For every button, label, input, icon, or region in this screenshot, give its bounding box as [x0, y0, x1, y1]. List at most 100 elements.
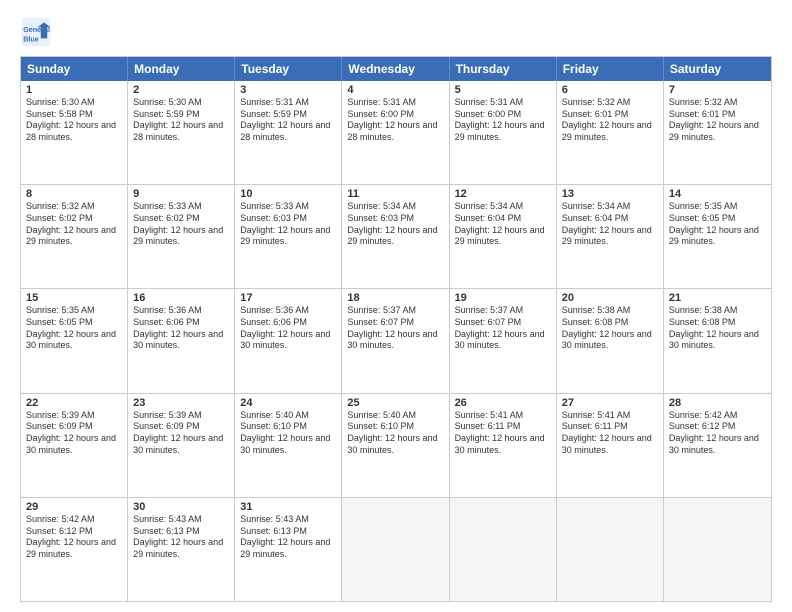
cal-cell [342, 498, 449, 601]
day-info: Sunrise: 5:41 AMSunset: 6:11 PMDaylight:… [455, 410, 545, 455]
cal-header-cell: Wednesday [342, 57, 449, 81]
cal-cell: 14 Sunrise: 5:35 AMSunset: 6:05 PMDaylig… [664, 185, 771, 288]
cal-row: 29 Sunrise: 5:42 AMSunset: 6:12 PMDaylig… [21, 497, 771, 601]
day-info: Sunrise: 5:34 AMSunset: 6:04 PMDaylight:… [562, 201, 652, 246]
day-number: 3 [240, 84, 336, 96]
cal-cell: 1 Sunrise: 5:30 AMSunset: 5:58 PMDayligh… [21, 81, 128, 184]
cal-header-cell: Thursday [450, 57, 557, 81]
calendar: SundayMondayTuesdayWednesdayThursdayFrid… [20, 56, 772, 602]
day-info: Sunrise: 5:39 AMSunset: 6:09 PMDaylight:… [133, 410, 223, 455]
svg-text:Blue: Blue [23, 35, 39, 44]
day-number: 16 [133, 292, 229, 304]
day-number: 11 [347, 188, 443, 200]
cal-cell: 29 Sunrise: 5:42 AMSunset: 6:12 PMDaylig… [21, 498, 128, 601]
cal-cell: 17 Sunrise: 5:36 AMSunset: 6:06 PMDaylig… [235, 289, 342, 392]
cal-cell [664, 498, 771, 601]
cal-cell: 19 Sunrise: 5:37 AMSunset: 6:07 PMDaylig… [450, 289, 557, 392]
day-info: Sunrise: 5:34 AMSunset: 6:04 PMDaylight:… [455, 201, 545, 246]
cal-cell [450, 498, 557, 601]
day-info: Sunrise: 5:41 AMSunset: 6:11 PMDaylight:… [562, 410, 652, 455]
day-info: Sunrise: 5:40 AMSunset: 6:10 PMDaylight:… [347, 410, 437, 455]
day-number: 23 [133, 397, 229, 409]
day-number: 28 [669, 397, 766, 409]
day-info: Sunrise: 5:37 AMSunset: 6:07 PMDaylight:… [347, 305, 437, 350]
day-number: 10 [240, 188, 336, 200]
cal-cell: 25 Sunrise: 5:40 AMSunset: 6:10 PMDaylig… [342, 394, 449, 497]
day-number: 25 [347, 397, 443, 409]
day-number: 8 [26, 188, 122, 200]
day-info: Sunrise: 5:32 AMSunset: 6:01 PMDaylight:… [669, 97, 759, 142]
day-number: 7 [669, 84, 766, 96]
day-number: 14 [669, 188, 766, 200]
day-number: 20 [562, 292, 658, 304]
day-info: Sunrise: 5:33 AMSunset: 6:03 PMDaylight:… [240, 201, 330, 246]
cal-row: 15 Sunrise: 5:35 AMSunset: 6:05 PMDaylig… [21, 288, 771, 392]
day-number: 17 [240, 292, 336, 304]
day-number: 22 [26, 397, 122, 409]
day-info: Sunrise: 5:30 AMSunset: 5:59 PMDaylight:… [133, 97, 223, 142]
calendar-header: SundayMondayTuesdayWednesdayThursdayFrid… [21, 57, 771, 81]
day-info: Sunrise: 5:38 AMSunset: 6:08 PMDaylight:… [562, 305, 652, 350]
cal-cell: 5 Sunrise: 5:31 AMSunset: 6:00 PMDayligh… [450, 81, 557, 184]
cal-cell: 6 Sunrise: 5:32 AMSunset: 6:01 PMDayligh… [557, 81, 664, 184]
day-info: Sunrise: 5:39 AMSunset: 6:09 PMDaylight:… [26, 410, 116, 455]
cal-cell: 4 Sunrise: 5:31 AMSunset: 6:00 PMDayligh… [342, 81, 449, 184]
day-number: 1 [26, 84, 122, 96]
cal-cell: 16 Sunrise: 5:36 AMSunset: 6:06 PMDaylig… [128, 289, 235, 392]
day-number: 31 [240, 501, 336, 513]
cal-cell: 26 Sunrise: 5:41 AMSunset: 6:11 PMDaylig… [450, 394, 557, 497]
cal-cell: 18 Sunrise: 5:37 AMSunset: 6:07 PMDaylig… [342, 289, 449, 392]
day-number: 9 [133, 188, 229, 200]
cal-cell: 20 Sunrise: 5:38 AMSunset: 6:08 PMDaylig… [557, 289, 664, 392]
cal-cell [557, 498, 664, 601]
day-info: Sunrise: 5:37 AMSunset: 6:07 PMDaylight:… [455, 305, 545, 350]
day-info: Sunrise: 5:34 AMSunset: 6:03 PMDaylight:… [347, 201, 437, 246]
day-info: Sunrise: 5:31 AMSunset: 6:00 PMDaylight:… [347, 97, 437, 142]
day-info: Sunrise: 5:31 AMSunset: 5:59 PMDaylight:… [240, 97, 330, 142]
cal-cell: 2 Sunrise: 5:30 AMSunset: 5:59 PMDayligh… [128, 81, 235, 184]
cal-cell: 30 Sunrise: 5:43 AMSunset: 6:13 PMDaylig… [128, 498, 235, 601]
cal-header-cell: Monday [128, 57, 235, 81]
day-number: 6 [562, 84, 658, 96]
day-info: Sunrise: 5:33 AMSunset: 6:02 PMDaylight:… [133, 201, 223, 246]
day-info: Sunrise: 5:43 AMSunset: 6:13 PMDaylight:… [133, 514, 223, 559]
day-info: Sunrise: 5:42 AMSunset: 6:12 PMDaylight:… [26, 514, 116, 559]
cal-cell: 7 Sunrise: 5:32 AMSunset: 6:01 PMDayligh… [664, 81, 771, 184]
day-number: 18 [347, 292, 443, 304]
day-info: Sunrise: 5:32 AMSunset: 6:01 PMDaylight:… [562, 97, 652, 142]
cal-row: 22 Sunrise: 5:39 AMSunset: 6:09 PMDaylig… [21, 393, 771, 497]
cal-cell: 27 Sunrise: 5:41 AMSunset: 6:11 PMDaylig… [557, 394, 664, 497]
day-number: 27 [562, 397, 658, 409]
cal-cell: 31 Sunrise: 5:43 AMSunset: 6:13 PMDaylig… [235, 498, 342, 601]
cal-header-cell: Friday [557, 57, 664, 81]
day-number: 26 [455, 397, 551, 409]
cal-cell: 12 Sunrise: 5:34 AMSunset: 6:04 PMDaylig… [450, 185, 557, 288]
day-info: Sunrise: 5:36 AMSunset: 6:06 PMDaylight:… [133, 305, 223, 350]
cal-cell: 3 Sunrise: 5:31 AMSunset: 5:59 PMDayligh… [235, 81, 342, 184]
calendar-body: 1 Sunrise: 5:30 AMSunset: 5:58 PMDayligh… [21, 81, 771, 601]
cal-cell: 10 Sunrise: 5:33 AMSunset: 6:03 PMDaylig… [235, 185, 342, 288]
cal-cell: 15 Sunrise: 5:35 AMSunset: 6:05 PMDaylig… [21, 289, 128, 392]
day-info: Sunrise: 5:35 AMSunset: 6:05 PMDaylight:… [26, 305, 116, 350]
day-info: Sunrise: 5:31 AMSunset: 6:00 PMDaylight:… [455, 97, 545, 142]
day-info: Sunrise: 5:38 AMSunset: 6:08 PMDaylight:… [669, 305, 759, 350]
cal-header-cell: Sunday [21, 57, 128, 81]
day-info: Sunrise: 5:30 AMSunset: 5:58 PMDaylight:… [26, 97, 116, 142]
logo: General Blue [20, 16, 56, 48]
day-info: Sunrise: 5:35 AMSunset: 6:05 PMDaylight:… [669, 201, 759, 246]
day-info: Sunrise: 5:43 AMSunset: 6:13 PMDaylight:… [240, 514, 330, 559]
day-info: Sunrise: 5:36 AMSunset: 6:06 PMDaylight:… [240, 305, 330, 350]
cal-cell: 8 Sunrise: 5:32 AMSunset: 6:02 PMDayligh… [21, 185, 128, 288]
day-info: Sunrise: 5:32 AMSunset: 6:02 PMDaylight:… [26, 201, 116, 246]
day-number: 13 [562, 188, 658, 200]
day-number: 24 [240, 397, 336, 409]
day-number: 2 [133, 84, 229, 96]
cal-cell: 21 Sunrise: 5:38 AMSunset: 6:08 PMDaylig… [664, 289, 771, 392]
header: General Blue [20, 16, 772, 48]
cal-cell: 23 Sunrise: 5:39 AMSunset: 6:09 PMDaylig… [128, 394, 235, 497]
cal-cell: 22 Sunrise: 5:39 AMSunset: 6:09 PMDaylig… [21, 394, 128, 497]
day-number: 21 [669, 292, 766, 304]
day-number: 30 [133, 501, 229, 513]
day-number: 19 [455, 292, 551, 304]
day-number: 4 [347, 84, 443, 96]
